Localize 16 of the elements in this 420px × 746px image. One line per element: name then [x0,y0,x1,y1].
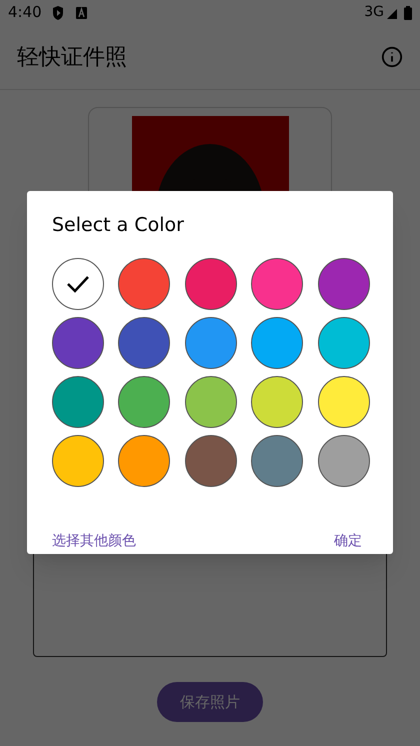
status-time: 4:40 [8,2,42,24]
color-swatch[interactable] [52,316,104,368]
network-label: 3G [364,3,384,22]
shield-icon [52,6,64,20]
info-icon[interactable] [381,46,403,68]
dialog-title: Select a Color [52,213,185,238]
ok-button[interactable]: 确定 [334,530,362,552]
color-swatch[interactable] [52,376,104,428]
battery-icon [404,6,412,20]
text-app-icon [76,6,87,18]
app-title: 轻快证件照 [17,44,128,72]
color-swatch[interactable] [52,258,104,310]
other-color-button[interactable]: 选择其他颜色 [52,530,136,552]
signal-icon [387,6,399,18]
color-swatch[interactable] [52,434,104,486]
checkmark-icon [66,274,90,294]
